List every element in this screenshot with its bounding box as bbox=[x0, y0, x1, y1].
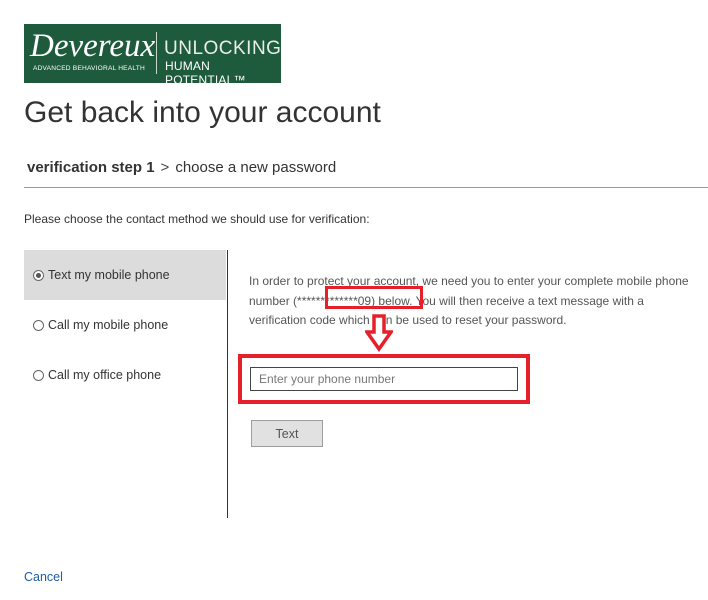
option-label: Call my office phone bbox=[48, 368, 162, 382]
header-divider bbox=[24, 187, 708, 188]
logo-tagline-line2: HUMAN POTENTIAL™ bbox=[165, 59, 246, 87]
instruction-text: Please choose the contact method we shou… bbox=[24, 212, 370, 226]
verification-description: In order to protect your account, we nee… bbox=[249, 272, 694, 331]
radio-button[interactable] bbox=[33, 319, 44, 331]
option-text-mobile[interactable]: Text my mobile phone bbox=[24, 250, 226, 300]
breadcrumb-next-step: choose a new password bbox=[175, 159, 337, 176]
panel-divider bbox=[227, 250, 228, 518]
logo-tagline-line1: UNLOCKING bbox=[164, 38, 282, 59]
option-label: Text my mobile phone bbox=[48, 268, 170, 282]
page-title: Get back into your account bbox=[24, 96, 381, 129]
logo-subtitle: ADVANCED BEHAVIORAL HEALTH bbox=[33, 65, 145, 72]
option-call-mobile[interactable]: Call my mobile phone bbox=[24, 300, 226, 350]
contact-method-list: Text my mobile phone Call my mobile phon… bbox=[24, 250, 226, 400]
text-button[interactable]: Text bbox=[251, 420, 323, 447]
breadcrumb-separator: > bbox=[160, 159, 170, 176]
radio-button-checked[interactable] bbox=[33, 269, 44, 281]
arrow-down-icon bbox=[365, 314, 393, 352]
option-label: Call my mobile phone bbox=[48, 318, 169, 332]
breadcrumb-current-step: verification step 1 bbox=[27, 159, 155, 176]
cancel-link[interactable]: Cancel bbox=[24, 570, 63, 584]
masked-number-highlight bbox=[325, 286, 423, 309]
logo-brand-text: Devereux bbox=[30, 28, 156, 64]
devereux-logo: Devereux ADVANCED BEHAVIORAL HEALTH UNLO… bbox=[24, 24, 282, 87]
phone-number-input[interactable] bbox=[250, 367, 518, 391]
breadcrumb: verification step 1 > choose a new passwor… bbox=[27, 159, 336, 176]
radio-button[interactable] bbox=[33, 369, 44, 381]
option-call-office[interactable]: Call my office phone bbox=[24, 350, 226, 400]
logo-divider bbox=[156, 32, 157, 74]
